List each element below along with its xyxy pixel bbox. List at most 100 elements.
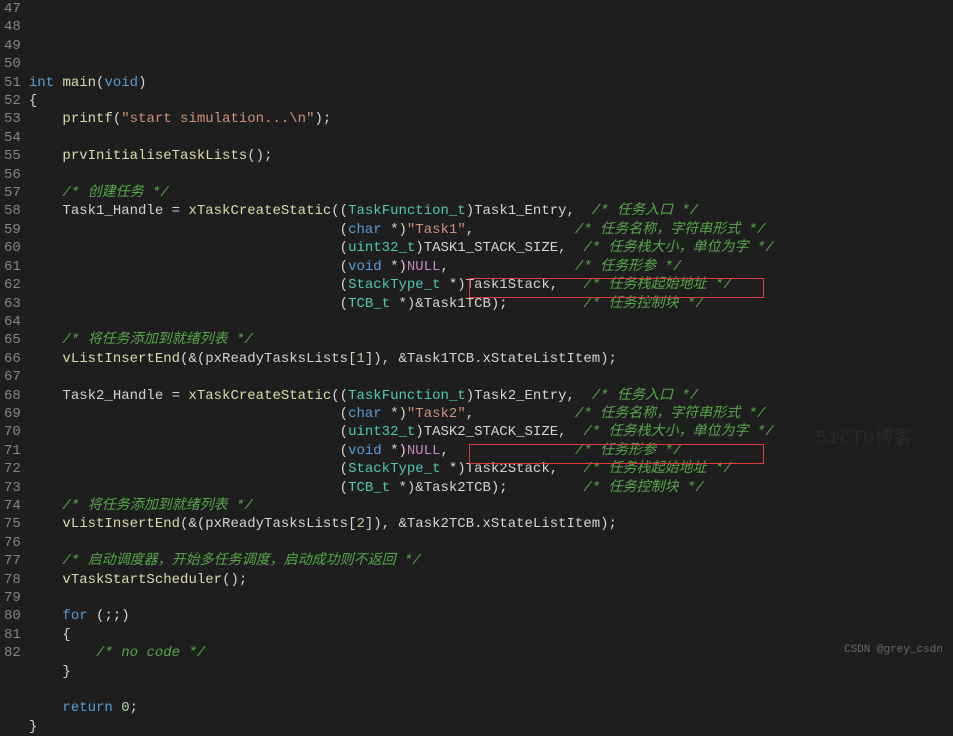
code-line: (uint32_t)TASK1_STACK_SIZE, /* 任务栈大小，单位为… [29,239,774,257]
token: , [466,222,575,238]
token [29,516,63,532]
token: /* 任务控制块 */ [583,480,703,496]
token: *)Task1Stack, [441,277,584,293]
token: "start simulation...\n" [121,111,314,127]
code-line: (uint32_t)TASK2_STACK_SIZE, /* 任务栈大小，单位为… [29,423,774,441]
token: } [29,719,37,735]
token: ( [29,406,348,422]
token: /* 任务栈起始地址 */ [583,277,731,293]
token: /* 任务控制块 */ [583,296,703,312]
token: ]), &Task1TCB.xStateListItem); [365,351,617,367]
code-line: } [29,718,774,736]
token: ]), &Task2TCB.xStateListItem); [365,516,617,532]
code-line: /* 创建任务 */ [29,184,774,202]
token: NULL [407,259,441,275]
token: ( [29,424,348,440]
token: )Task2_Entry, [466,388,592,404]
token: /* 任务形参 */ [575,443,681,459]
code-line: /* 启动调度器，开始多任务调度，启动成功则不返回 */ [29,552,774,570]
token: /* 任务栈大小，单位为字 */ [583,424,773,440]
token: /* 任务名称，字符串形式 */ [575,406,765,422]
token: void [348,443,382,459]
token: main [62,75,96,91]
code-line: vListInsertEnd(&(pxReadyTasksLists[1]), … [29,350,774,368]
token: printf [62,111,112,127]
code-line: (char *)"Task2", /* 任务名称，字符串形式 */ [29,405,774,423]
code-line [29,681,774,699]
token: )TASK1_STACK_SIZE, [415,240,583,256]
token: ) [138,75,146,91]
token: (( [331,203,348,219]
token: ); [314,111,331,127]
token: )TASK2_STACK_SIZE, [415,424,583,440]
token: ( [113,111,121,127]
code-area: int main(void){ printf("start simulation… [29,0,774,736]
token: vListInsertEnd [62,516,180,532]
token [29,700,63,716]
token [29,351,63,367]
token [29,608,63,624]
watermark: CSDN @grey_csdn [844,641,943,659]
code-line: prvInitialiseTaskLists(); [29,147,774,165]
token: vTaskStartScheduler [62,572,222,588]
code-line: Task2_Handle = xTaskCreateStatic((TaskFu… [29,387,774,405]
code-line: return 0; [29,699,774,717]
code-line: { [29,626,774,644]
token: /* 启动调度器，开始多任务调度，启动成功则不返回 */ [62,553,420,569]
token: StackType_t [348,461,440,477]
code-line [29,368,774,386]
token: /* 任务入口 */ [592,203,698,219]
code-line: (char *)"Task1", /* 任务名称，字符串形式 */ [29,221,774,239]
code-line: printf("start simulation...\n"); [29,110,774,128]
token: void [348,259,382,275]
token: (); [222,572,247,588]
token: *) [382,222,407,238]
token [29,572,63,588]
token: /* 任务栈起始地址 */ [583,461,731,477]
token: char [348,222,382,238]
token: return [62,700,112,716]
token: for [62,608,87,624]
token: ( [29,461,348,477]
token: 1 [356,351,364,367]
token: TaskFunction_t [348,388,466,404]
token: (;;) [88,608,130,624]
code-line [29,313,774,331]
token: /* no code */ [96,645,205,661]
token: uint32_t [348,424,415,440]
code-line: (TCB_t *)&Task1TCB); /* 任务控制块 */ [29,295,774,313]
token [29,185,63,201]
token: "Task2" [407,406,466,422]
token: , [466,406,575,422]
token: TaskFunction_t [348,203,466,219]
token: /* 任务栈大小，单位为字 */ [583,240,773,256]
token: *)Task2Stack, [441,461,584,477]
token: (); [247,148,272,164]
token: 0 [121,700,129,716]
token: } [29,664,71,680]
code-line: /* 将任务添加到就绪列表 */ [29,331,774,349]
code-line: int main(void) [29,74,774,92]
line-number-gutter: 47 48 49 50 51 52 53 54 55 56 57 58 59 6… [0,0,29,736]
token: *)&Task1TCB); [390,296,583,312]
token [29,111,63,127]
token: , [441,443,575,459]
code-line: { [29,92,774,110]
token [29,645,96,661]
token: /* 将任务添加到就绪列表 */ [62,498,252,514]
code-line: (TCB_t *)&Task2TCB); /* 任务控制块 */ [29,479,774,497]
token [113,700,121,716]
token: ; [130,700,138,716]
token [29,332,63,348]
token: xTaskCreateStatic [188,388,331,404]
token: vListInsertEnd [62,351,180,367]
token: (&(pxReadyTasksLists[ [180,516,356,532]
token: NULL [407,443,441,459]
token: , [441,259,575,275]
code-line [29,129,774,147]
token: /* 将任务添加到就绪列表 */ [62,332,252,348]
token: uint32_t [348,240,415,256]
token: ( [29,259,348,275]
token: ( [29,443,348,459]
token: TCB_t [348,480,390,496]
